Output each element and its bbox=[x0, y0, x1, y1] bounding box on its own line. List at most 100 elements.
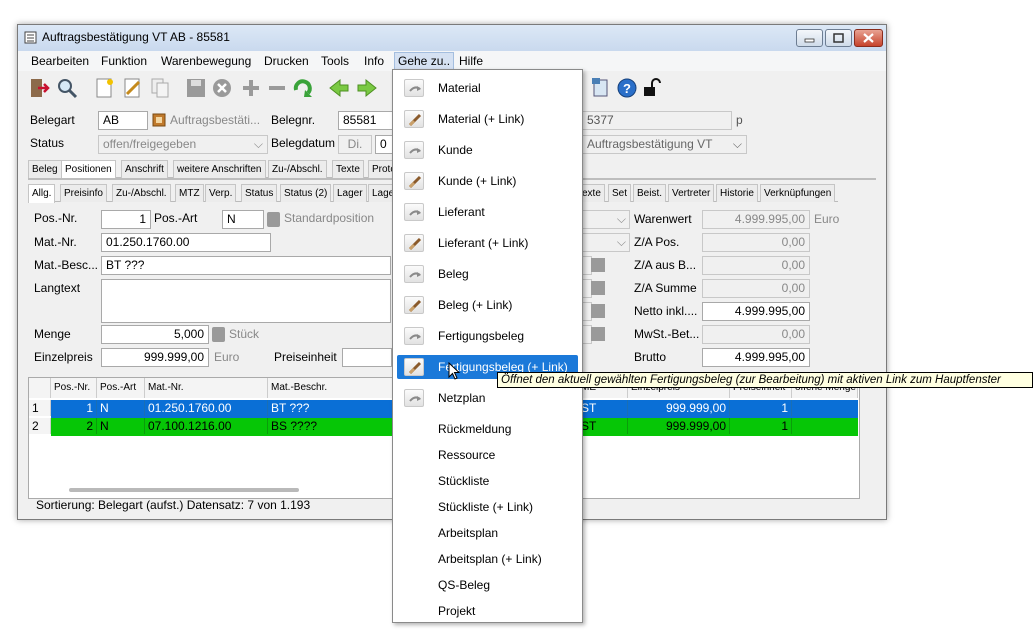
tab-texte[interactable]: Texte bbox=[332, 160, 364, 178]
menu-warenbewegung[interactable]: Warenbewegung bbox=[158, 53, 254, 69]
menu-item-material[interactable]: Material bbox=[397, 76, 578, 100]
menu-tools[interactable]: Tools bbox=[318, 53, 352, 69]
menu-item-arbeitsplan[interactable]: Arbeitsplan bbox=[397, 521, 578, 545]
plus-icon[interactable] bbox=[240, 77, 262, 99]
tab-weitere-anschriften[interactable]: weitere Anschriften bbox=[173, 160, 266, 178]
subtab-status[interactable]: Status bbox=[241, 184, 278, 202]
cell-preiseinheit[interactable]: 1 bbox=[730, 400, 792, 416]
cell-einzelpreis[interactable]: 999.999,00 bbox=[628, 400, 730, 416]
exit-icon[interactable] bbox=[28, 77, 50, 99]
langtext-field[interactable] bbox=[101, 279, 391, 323]
horizontal-scrollbar[interactable] bbox=[69, 488, 299, 492]
menu-hilfe[interactable]: Hilfe bbox=[456, 53, 486, 69]
menu-item-kunde[interactable]: Kunde bbox=[397, 138, 578, 162]
unit-lookup-icon[interactable] bbox=[212, 327, 225, 342]
middle-select-2[interactable]: ⌵ bbox=[582, 233, 630, 252]
subtab-set[interactable]: Set bbox=[608, 184, 632, 202]
matbesc-field[interactable]: BT ??? bbox=[101, 256, 391, 275]
tab-positionen[interactable]: Positionen bbox=[61, 160, 116, 179]
middle-select-1[interactable]: ⌵ bbox=[582, 210, 630, 229]
new-document-icon[interactable] bbox=[93, 77, 115, 99]
menu-item-ressource[interactable]: Ressource bbox=[397, 443, 578, 467]
posart-lookup-icon[interactable] bbox=[267, 212, 280, 227]
menu-item-rueckmeldung[interactable]: Rückmeldung bbox=[397, 417, 578, 441]
maximize-button[interactable] bbox=[825, 29, 852, 47]
menu-item-lieferant[interactable]: Lieferant bbox=[397, 200, 578, 224]
subtab-vertreter[interactable]: Vertreter bbox=[668, 184, 715, 202]
cell-posnr[interactable]: 1 bbox=[51, 400, 97, 416]
search-icon[interactable] bbox=[56, 77, 78, 99]
menu-item-fertigungsbeleg[interactable]: Fertigungsbeleg bbox=[397, 324, 578, 348]
preiseinheit-field[interactable] bbox=[342, 348, 392, 367]
subtab-zu-abschl[interactable]: Zu-/Abschl. bbox=[112, 184, 171, 202]
subtab-allg[interactable]: Allg. bbox=[28, 184, 56, 203]
subtab-verp[interactable]: Verp. bbox=[205, 184, 237, 202]
posart-field[interactable]: N bbox=[222, 210, 264, 229]
stamp-icon[interactable] bbox=[591, 281, 605, 295]
close-button[interactable] bbox=[854, 29, 883, 47]
menu-item-stueckliste-link[interactable]: Stückliste (+ Link) bbox=[397, 495, 578, 519]
cell-matnr[interactable]: 01.250.1760.00 bbox=[145, 400, 268, 416]
column-header[interactable]: Pos.-Art bbox=[97, 378, 145, 398]
minimize-button[interactable] bbox=[796, 29, 823, 47]
subtab-historie[interactable]: Historie bbox=[716, 184, 758, 202]
refresh-icon[interactable] bbox=[292, 77, 314, 99]
posnr-field[interactable]: 1 bbox=[101, 210, 151, 229]
documents-icon[interactable] bbox=[590, 77, 612, 99]
menu-bearbeiten[interactable]: Bearbeiten bbox=[28, 53, 92, 69]
back-arrow-icon[interactable] bbox=[328, 77, 350, 99]
belegdatum-day[interactable]: Di. bbox=[338, 135, 372, 154]
menu-item-lieferant-link[interactable]: Lieferant (+ Link) bbox=[397, 231, 578, 255]
edit-document-icon[interactable] bbox=[121, 77, 143, 99]
subtab-mtz[interactable]: MTZ bbox=[175, 184, 204, 202]
menu-item-beleg-link[interactable]: Beleg (+ Link) bbox=[397, 293, 578, 317]
cell-me[interactable]: ST bbox=[578, 418, 628, 434]
unlock-icon[interactable] bbox=[640, 77, 662, 99]
menu-item-netzplan[interactable]: Netzplan bbox=[397, 386, 578, 410]
belegdatum-field[interactable]: 0 bbox=[375, 135, 393, 154]
subtab-lager[interactable]: Lager bbox=[333, 184, 367, 202]
tab-anschrift[interactable]: Anschrift bbox=[121, 160, 168, 178]
column-header[interactable]: Pos.-Nr. bbox=[51, 378, 97, 398]
stamp-icon[interactable] bbox=[591, 258, 605, 272]
stamp-icon[interactable] bbox=[591, 327, 605, 341]
menu-item-material-link[interactable]: Material (+ Link) bbox=[397, 107, 578, 131]
cell-preiseinheit[interactable]: 1 bbox=[730, 418, 792, 434]
cell-einzelpreis[interactable]: 999.999,00 bbox=[628, 418, 730, 434]
subtab-beist[interactable]: Beist. bbox=[633, 184, 667, 202]
menu-item-stueckliste[interactable]: Stückliste bbox=[397, 469, 578, 493]
help-icon[interactable]: ? bbox=[616, 77, 638, 99]
menu-item-projekt[interactable]: Projekt bbox=[397, 599, 578, 623]
menu-item-arbeitsplan-link[interactable]: Arbeitsplan (+ Link) bbox=[397, 547, 578, 571]
reference-field[interactable]: 5377 bbox=[582, 111, 732, 130]
belegnr-field[interactable]: 85581 bbox=[338, 111, 393, 130]
tab-zu-abschl[interactable]: Zu-/Abschl. bbox=[268, 160, 327, 178]
menu-drucken[interactable]: Drucken bbox=[261, 53, 312, 69]
menu-info[interactable]: Info bbox=[361, 53, 387, 69]
tab-beleg[interactable]: Beleg bbox=[28, 160, 62, 178]
menu-gehe-zu[interactable]: Gehe zu.. bbox=[394, 52, 455, 70]
subtab-preisinfo[interactable]: Preisinfo bbox=[60, 184, 107, 202]
belegart-name-select[interactable]: Auftragsbestätigung VT ⌵ bbox=[582, 135, 747, 154]
cell-me[interactable]: ST bbox=[578, 400, 628, 416]
menu-item-beleg[interactable]: Beleg bbox=[397, 262, 578, 286]
status-select[interactable]: offen/freigegeben ⌵ bbox=[98, 135, 268, 154]
menu-funktion[interactable]: Funktion bbox=[98, 53, 150, 69]
column-header[interactable]: Mat.-Nr. bbox=[145, 378, 268, 398]
subtab-verknuepfungen[interactable]: Verknüpfungen bbox=[760, 184, 836, 202]
cell-posart[interactable]: N bbox=[97, 418, 145, 434]
forward-arrow-icon[interactable] bbox=[356, 77, 378, 99]
matnr-field[interactable]: 01.250.1760.00 bbox=[101, 233, 271, 252]
copy-icon[interactable] bbox=[149, 77, 171, 99]
cell-matnr[interactable]: 07.100.1216.00 bbox=[145, 418, 268, 434]
einzelpreis-field[interactable]: 999.999,00 bbox=[101, 348, 209, 367]
subtab-status-2[interactable]: Status (2) bbox=[280, 184, 332, 202]
menge-field[interactable]: 5,000 bbox=[101, 325, 209, 344]
cell-posart[interactable]: N bbox=[97, 400, 145, 416]
minus-icon[interactable] bbox=[266, 77, 288, 99]
menu-item-kunde-link[interactable]: Kunde (+ Link) bbox=[397, 169, 578, 193]
cancel-icon[interactable] bbox=[211, 77, 233, 99]
belegart-field[interactable]: AB bbox=[98, 111, 148, 130]
stamp-icon[interactable] bbox=[591, 304, 605, 318]
save-icon[interactable] bbox=[185, 77, 207, 99]
